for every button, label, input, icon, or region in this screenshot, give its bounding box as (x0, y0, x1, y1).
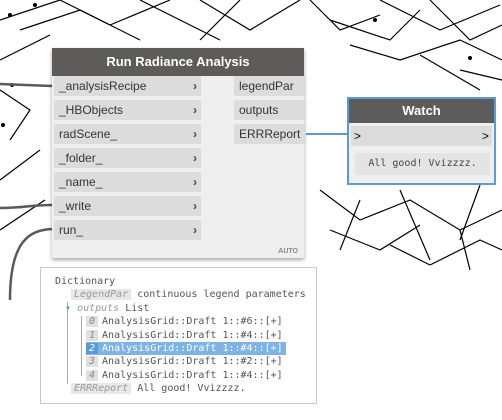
list-item-text: AnalysisGrid::Draft 1::#2::[+] (102, 356, 283, 367)
list-item[interactable]: 4 AnalysisGrid::Draft 1::#4::[+] (86, 369, 283, 382)
port-label: _name_ (59, 175, 103, 189)
node-title[interactable]: Watch (349, 99, 494, 123)
port-label: _analysisRecipe (59, 79, 147, 93)
wireframe-line (429, 0, 502, 41)
output-port-legend-par[interactable]: legendPar (234, 76, 306, 96)
preview-entry-outputs[interactable]: ▾ outputs List (65, 302, 149, 315)
list-item-text: AnalysisGrid::Draft 1::#6::[+] (102, 316, 283, 327)
wireframe-line (459, 69, 502, 81)
dictionary-value: List (125, 303, 150, 314)
list-item[interactable]: 3 AnalysisGrid::Draft 1::#2::[+] (86, 355, 283, 368)
input-port-analysis-recipe[interactable]: _analysisRecipe › (54, 76, 201, 96)
dictionary-value: continuous legend parameters (137, 289, 306, 300)
list-item-text: AnalysisGrid::Draft 1::#4::[+] (102, 330, 283, 341)
input-port-run[interactable]: run_ › (54, 220, 201, 240)
wireframe-vertex (468, 56, 472, 60)
wireframe-line (139, 0, 221, 41)
list-item-text: AnalysisGrid::Draft 1::#4::[+] (102, 370, 283, 381)
input-port-rad-scene[interactable]: radScene_ › (54, 124, 201, 144)
port-label: ERRReport (239, 127, 301, 141)
output-port-err-report[interactable]: ERRReport (234, 124, 306, 144)
wireframe-line (379, 0, 501, 31)
dictionary-key: LegendPar (71, 289, 132, 300)
input-port-hbobjects[interactable]: _HBObjects › (54, 100, 201, 120)
dictionary-value: All good! Vvizzzz. (137, 383, 246, 394)
port-label: _folder_ (59, 151, 103, 165)
wireframe-line (399, 189, 431, 261)
wireframe-line (59, 0, 171, 26)
wireframe-vertex (1, 123, 5, 127)
port-label: _HBObjects (59, 103, 124, 117)
port-arrow-icon: › (193, 175, 197, 189)
watch-ports: > > (351, 126, 492, 146)
node-title[interactable]: Run Radiance Analysis (52, 48, 304, 76)
list-index: 0 (86, 316, 99, 327)
port-label: run_ (59, 223, 84, 237)
port-arrow-icon: › (193, 151, 197, 165)
watch-value: All good! Vvizzzz. (355, 153, 490, 175)
wireframe-line (0, 89, 31, 141)
wireframe-line (459, 184, 481, 241)
wireframe-vertex (8, 13, 12, 17)
preview-entry-legend: LegendPar continuous legend parameters (71, 288, 306, 301)
wireframe-line (329, 9, 421, 41)
wireframe-line (0, 149, 41, 181)
dictionary-key: outputs (77, 303, 120, 314)
tree-guide-line (81, 316, 82, 376)
port-label: outputs (239, 103, 279, 117)
input-wire (0, 82, 53, 88)
list-item[interactable]: 1 AnalysisGrid::Draft 1::#4::[+] (86, 329, 283, 342)
run-radiance-analysis-node[interactable]: Run Radiance Analysis _analysisRecipe › … (52, 48, 306, 258)
input-port-folder[interactable]: _folder_ › (54, 148, 201, 168)
watch-output-port[interactable]: > (482, 126, 489, 146)
input-port-name[interactable]: _name_ › (54, 172, 201, 192)
wireframe-line (349, 39, 502, 61)
port-arrow-icon: › (193, 199, 197, 213)
port-label: radScene_ (59, 127, 118, 141)
wireframe-line (389, 239, 502, 266)
list-index: 4 (86, 370, 99, 381)
auto-run-badge: AUTO (278, 248, 298, 255)
wireframe-line (0, 0, 61, 21)
list-index: 3 (86, 356, 99, 367)
input-wire (0, 203, 53, 210)
port-label: legendPar (239, 79, 294, 93)
port-arrow-icon: › (193, 79, 197, 93)
port-arrow-icon: › (193, 223, 197, 237)
preview-entry-err-report: ERRReport All good! Vvizzzz. (71, 382, 246, 395)
preview-root-label: Dictionary (55, 276, 116, 287)
list-item-selected[interactable]: 2 AnalysisGrid::Draft 1::#4::[+] (86, 342, 286, 355)
dictionary-key: ERRReport (71, 383, 132, 394)
wireframe-line (19, 9, 141, 41)
input-port-write[interactable]: _write › (54, 196, 201, 216)
watch-input-port[interactable]: > (354, 126, 361, 146)
list-index: 2 (86, 343, 99, 354)
wireframe-vertex (373, 18, 377, 22)
list-item[interactable]: 0 AnalysisGrid::Draft 1::#6::[+] (86, 315, 283, 328)
port-arrow-icon: › (193, 103, 197, 117)
wireframe-line (319, 189, 502, 231)
list-index: 1 (86, 330, 99, 341)
port-arrow-icon: › (193, 127, 197, 141)
wireframe-vertex (33, 3, 37, 7)
collapse-toggle-icon[interactable]: ▾ (65, 303, 71, 314)
wireframe-line (329, 224, 421, 251)
watch-node[interactable]: Watch > > All good! Vvizzzz. (347, 97, 496, 185)
output-port-outputs[interactable]: outputs (234, 100, 306, 120)
wireframe-line (0, 34, 51, 61)
port-label: _write (59, 199, 92, 213)
preview-bubble[interactable]: Dictionary LegendPar continuous legend p… (40, 267, 317, 404)
list-item-text: AnalysisGrid::Draft 1::#4::[+] (102, 343, 283, 354)
